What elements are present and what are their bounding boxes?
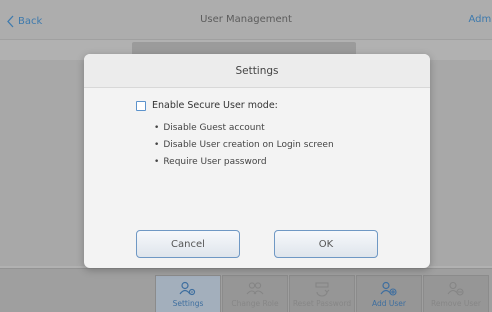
detail-item: Disable User creation on Login screen xyxy=(154,137,333,154)
app-screen: Back User Management Admi Settings Chang… xyxy=(0,0,492,312)
secure-user-mode-label: Enable Secure User mode: xyxy=(152,100,278,111)
secure-user-mode-option[interactable]: Enable Secure User mode: xyxy=(136,100,278,111)
cancel-button[interactable]: Cancel xyxy=(136,230,240,258)
detail-item: Disable Guest account xyxy=(154,120,334,137)
detail-item: Require User password xyxy=(154,154,334,171)
settings-dialog: Settings Enable Secure User mode: Disabl… xyxy=(84,54,430,268)
ok-button[interactable]: OK xyxy=(274,230,378,258)
secure-mode-details: Disable Guest account Disable User creat… xyxy=(154,120,334,171)
dialog-title: Settings xyxy=(84,54,430,88)
secure-user-mode-checkbox[interactable] xyxy=(136,100,146,111)
